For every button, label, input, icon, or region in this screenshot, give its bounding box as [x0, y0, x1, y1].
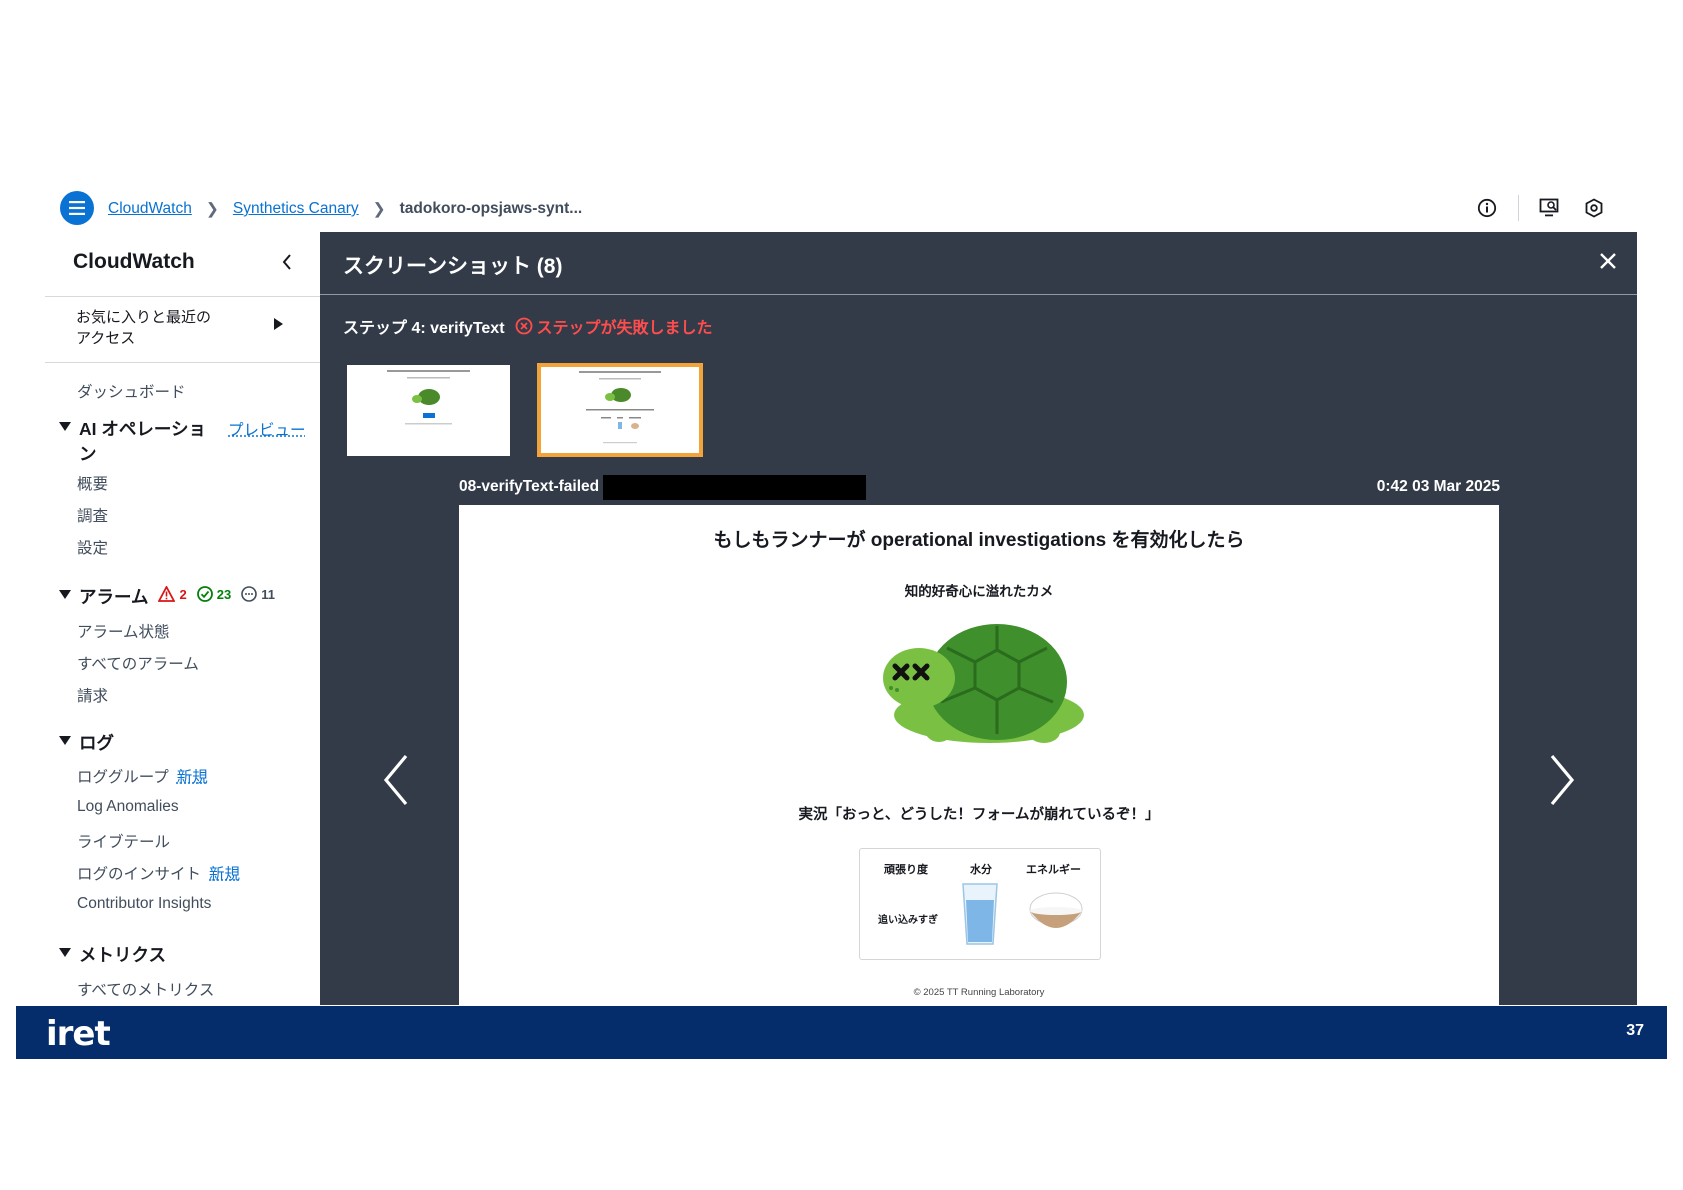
caret-right-icon[interactable]	[274, 318, 283, 330]
sidebar-item-dashboard[interactable]: ダッシュボード	[77, 380, 186, 402]
sidebar-item-log-anomalies[interactable]: Log Anomalies	[77, 798, 179, 816]
card-header-water: 水分	[970, 864, 992, 876]
log-groups-label: ロググループ	[77, 769, 169, 786]
copyright: © 2025 TT Running Laboratory	[913, 987, 1045, 998]
top-icons	[1456, 195, 1607, 221]
new-badge[interactable]: 新規	[177, 769, 208, 786]
close-icon[interactable]	[1599, 252, 1617, 275]
sidebar-item-favorites[interactable]: お気に入りと最近の アクセス	[76, 307, 226, 349]
settings-hexagon-icon[interactable]	[1581, 195, 1607, 221]
ok-count: 23	[216, 586, 232, 602]
alarm-count: 2	[179, 586, 187, 602]
caret-down-icon	[59, 948, 71, 957]
favorites-label-line2: アクセス	[76, 330, 136, 347]
top-navigation-bar: CloudWatch ❯ Synthetics Canary ❯ tadokor…	[45, 186, 1637, 232]
logs-insights-label: ログのインサイト	[77, 866, 202, 883]
sidebar-item-log-groups[interactable]: ロググループ 新規	[77, 765, 208, 787]
ellipsis-circle-icon	[241, 586, 257, 602]
sidebar-item-all-alarms[interactable]: すべてのアラーム	[77, 652, 199, 674]
screenshot-thumbnail[interactable]	[347, 365, 510, 456]
sidebar: CloudWatch お気に入りと最近の アクセス ダッシュボード AI オペレ…	[45, 232, 320, 1005]
screen-search-icon[interactable]	[1537, 195, 1563, 221]
insufficient-count: 11	[261, 586, 275, 602]
chevron-right-icon[interactable]	[1548, 754, 1576, 811]
insufficient-count-badge[interactable]: 11	[241, 586, 275, 602]
ai-ops-title-line2: ン	[79, 444, 97, 464]
sidebar-section-alarms[interactable]: アラーム 2 23 11	[59, 584, 275, 609]
error-circle-icon	[515, 317, 532, 335]
chevron-left-icon[interactable]	[382, 754, 410, 811]
step-label: ステップ 4: verifyText	[343, 320, 505, 337]
caret-down-icon	[59, 736, 71, 745]
water-glass-icon	[962, 883, 998, 945]
step-fail-text: ステップが失敗しました	[536, 320, 713, 337]
metrics-title: メトリクス	[79, 945, 166, 965]
ok-count-badge[interactable]: 23	[196, 586, 232, 602]
page-title: もしもランナーが operational investigations を有効化…	[713, 530, 1245, 551]
divider	[45, 362, 320, 363]
redaction-bar	[603, 475, 866, 500]
status-card: 頑張り度 水分 エネルギー 追い込みすぎ	[859, 848, 1101, 960]
screenshot-caption: 08-verifyText-failed	[459, 478, 600, 495]
preview-link[interactable]: プレビュー	[228, 418, 306, 440]
iret-logo: iret	[46, 1014, 111, 1054]
caret-down-icon	[59, 590, 71, 599]
card-header-effort: 頑張り度	[884, 864, 928, 876]
divider	[1518, 195, 1519, 221]
rice-bowl-icon	[1029, 892, 1083, 928]
sidebar-section-ai-operations[interactable]: AI オペレーショ ン	[59, 416, 206, 466]
sidebar-item-settings[interactable]: 設定	[77, 536, 108, 558]
sidebar-item-investigations[interactable]: 調査	[77, 504, 108, 526]
check-circle-icon	[196, 586, 213, 602]
card-header-energy: エネルギー	[1026, 864, 1081, 876]
sidebar-item-all-metrics[interactable]: すべてのメトリクス	[77, 978, 214, 1000]
warning-icon	[158, 586, 176, 602]
chevron-left-icon[interactable]	[282, 254, 292, 275]
menu-icon[interactable]	[60, 191, 94, 225]
sidebar-item-live-tail[interactable]: ライブテール	[77, 830, 170, 852]
divider	[320, 294, 1637, 295]
screenshot-timestamp: 0:42 03 Mar 2025	[1376, 478, 1500, 495]
step-status: ステップが失敗しました	[515, 314, 713, 338]
page-subtitle: 知的好奇心に溢れたカメ	[904, 584, 1054, 599]
breadcrumb-link-cloudwatch[interactable]: CloudWatch	[108, 200, 192, 218]
favorites-label-line1: お気に入りと最近の	[76, 309, 212, 326]
alarms-title: アラーム	[79, 587, 149, 607]
chevron-right-icon: ❯	[205, 200, 219, 218]
breadcrumb: CloudWatch ❯ Synthetics Canary ❯ tadokor…	[108, 186, 582, 232]
breadcrumb-link-synthetics-canary[interactable]: Synthetics Canary	[233, 200, 359, 218]
ai-ops-title-line1: AI オペレーショ	[79, 419, 207, 439]
sidebar-section-logs[interactable]: ログ	[59, 730, 114, 755]
step-header: ステップ 4: verifyText ステップが失敗しました	[343, 314, 713, 338]
breadcrumb-current: tadokoro-opsjaws-synt...	[399, 200, 583, 217]
new-badge[interactable]: 新規	[209, 866, 240, 883]
logs-title: ログ	[79, 733, 114, 753]
sidebar-item-overview[interactable]: 概要	[77, 472, 108, 494]
sidebar-item-billing[interactable]: 請求	[77, 684, 108, 706]
status-message: 実況「おっと、どうした！フォームが崩れているぞ！」	[798, 807, 1160, 823]
sidebar-item-contributor-insights[interactable]: Contributor Insights	[77, 895, 211, 913]
chevron-right-icon: ❯	[372, 200, 386, 218]
slide-footer: iret 37	[16, 1006, 1667, 1059]
turtle-image	[883, 624, 1084, 743]
info-icon[interactable]	[1474, 195, 1500, 221]
alarm-count-badge[interactable]: 2	[158, 586, 187, 602]
page-number: 37	[1626, 1022, 1644, 1039]
screenshot-thumbnail-selected[interactable]	[537, 363, 703, 457]
screenshot-modal: スクリーンショット (8) ステップ 4: verifyText ステップが失敗…	[320, 232, 1637, 1005]
divider	[45, 296, 320, 297]
caret-down-icon	[59, 422, 71, 431]
card-effort-value: 追い込みすぎ	[878, 915, 938, 926]
sidebar-item-alarm-state[interactable]: アラーム状態	[77, 620, 170, 642]
sidebar-item-logs-insights[interactable]: ログのインサイト 新規	[77, 862, 240, 884]
screenshot-preview: もしもランナーが operational investigations を有効化…	[459, 505, 1499, 1005]
modal-title: スクリーンショット (8)	[343, 255, 563, 278]
sidebar-title: CloudWatch	[73, 250, 195, 273]
sidebar-section-metrics[interactable]: メトリクス	[59, 942, 166, 967]
